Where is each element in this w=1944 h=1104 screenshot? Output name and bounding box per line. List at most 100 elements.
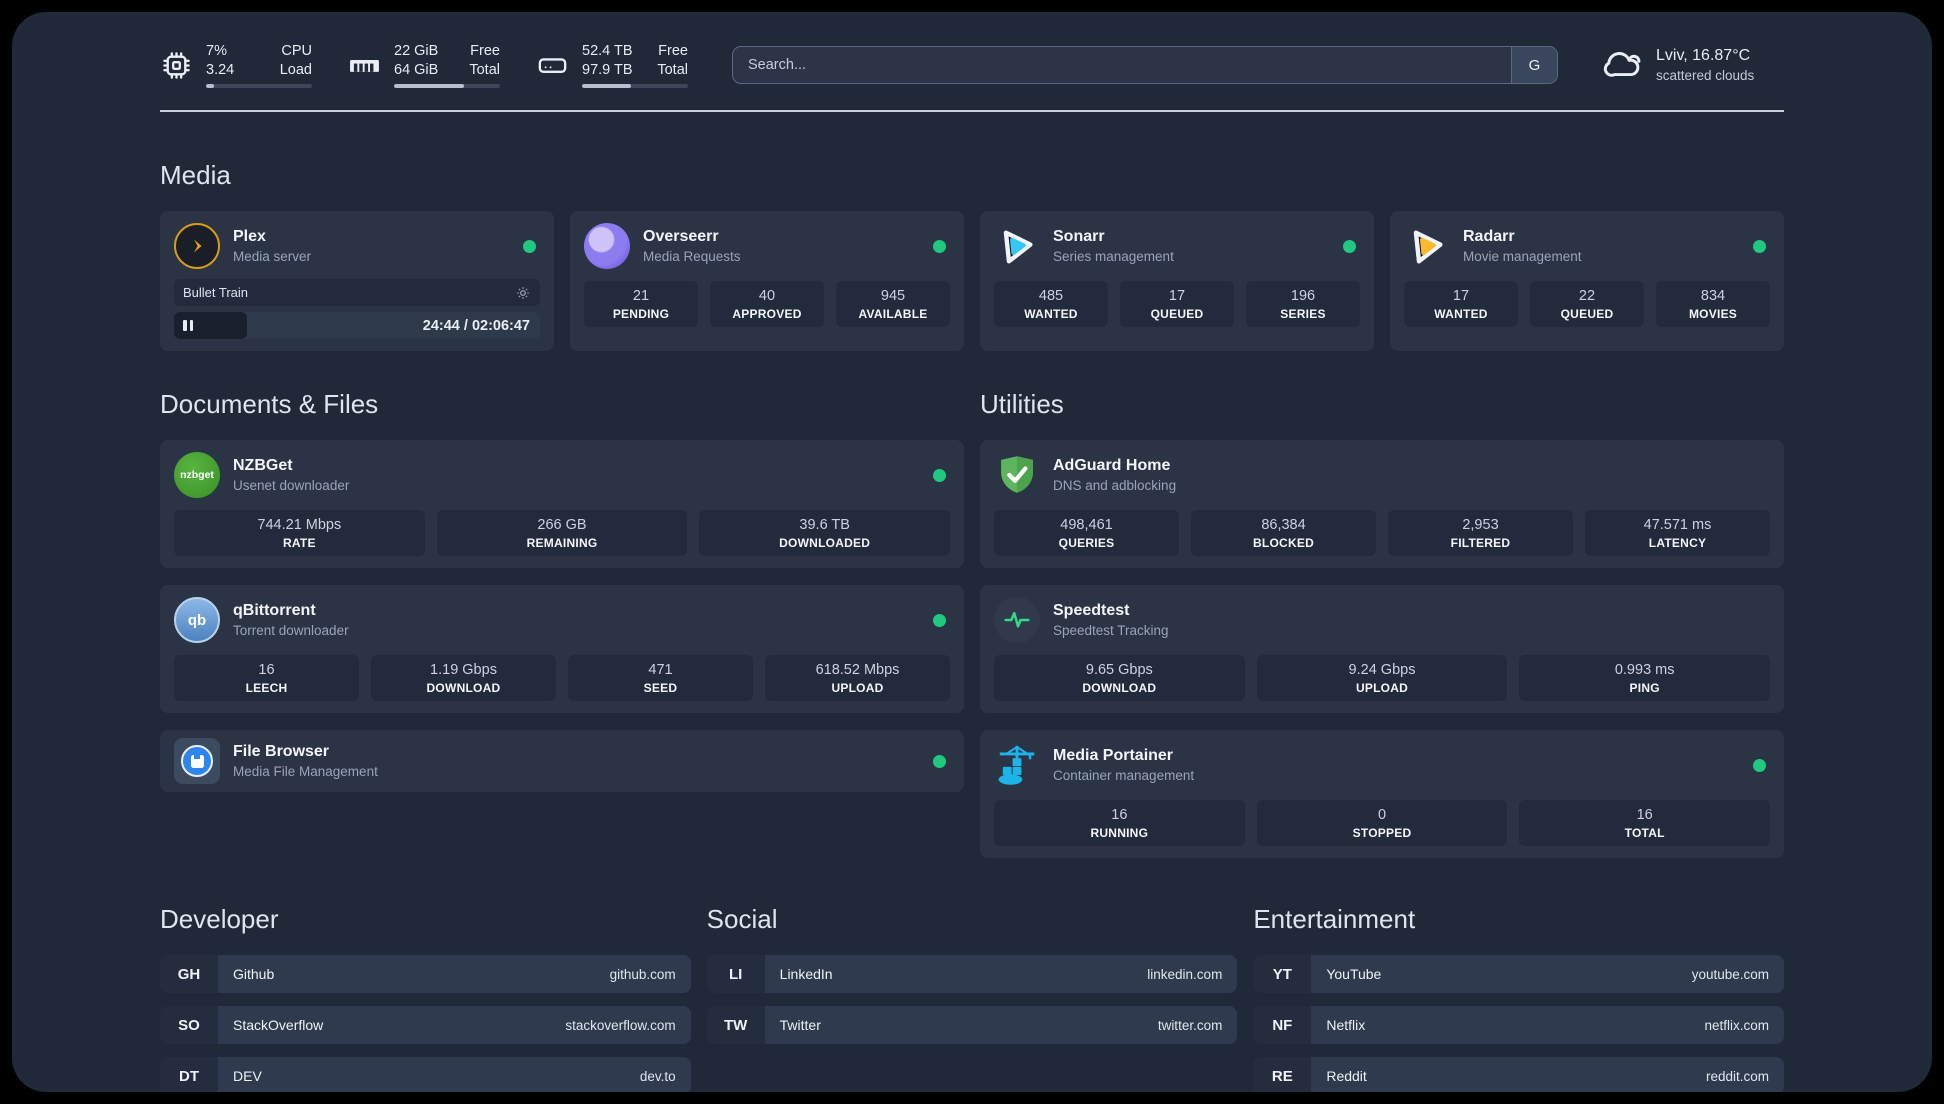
playback-progress-bar: 24:44 / 02:06:47 (174, 312, 540, 339)
stat-label: REMAINING (526, 536, 598, 550)
app-description: Usenet downloader (233, 478, 350, 493)
overseerr-card[interactable]: Overseerr Media Requests 21 PENDING 40 A… (570, 211, 964, 351)
cloud-icon (1602, 42, 1644, 89)
adguard-shield-icon (994, 452, 1040, 498)
top-bar: 7% 3.24 CPU Load 22 GiB 64 GiB Free Tota… (160, 36, 1784, 94)
stat-label: DOWNLOADED (779, 536, 871, 550)
bookmark-dev[interactable]: DT DEV dev.to (160, 1057, 691, 1092)
app-name: File Browser (233, 743, 330, 760)
bookmark-abbr: YT (1253, 955, 1312, 993)
status-dot (933, 754, 946, 768)
stat-box: 471 SEED (568, 655, 753, 701)
stat-box: 40 APPROVED (710, 281, 824, 327)
app-description: DNS and adblocking (1053, 478, 1177, 493)
stat-value: 2,953 (1462, 517, 1499, 533)
bookmark-youtube[interactable]: YT YouTube youtube.com (1253, 955, 1784, 993)
search-engine-button[interactable]: G (1511, 47, 1557, 83)
stat-value: 1.19 Gbps (430, 662, 497, 678)
status-dot (1753, 239, 1766, 253)
stat-value: 266 GB (537, 517, 587, 533)
memory-free-label: Free (470, 42, 500, 59)
disk-widget: 52.4 TB 97.9 TB Free Total (536, 42, 688, 89)
memory-free-value: 22 GiB (394, 42, 439, 59)
speedtest-pulse-icon (994, 597, 1040, 643)
now-playing-title: Bullet Train (183, 285, 249, 300)
stat-value: 16 (1636, 807, 1653, 823)
stat-label: WANTED (1024, 307, 1078, 321)
app-name: Radarr (1463, 228, 1515, 245)
bookmark-url: netflix.com (1704, 1017, 1769, 1033)
app-name: qBittorrent (233, 602, 316, 619)
nzbget-card[interactable]: nzbget NZBGet Usenet downloader 744.21 M… (160, 440, 964, 568)
bookmark-name: StackOverflow (233, 1017, 324, 1033)
stat-box: 17 QUEUED (1120, 281, 1234, 327)
cpu-usage: 7% (206, 42, 227, 59)
stat-box: 9.65 Gbps DOWNLOAD (994, 655, 1245, 701)
app-name: Overseerr (643, 228, 719, 245)
stat-value: 21 (632, 288, 650, 304)
bookmark-name: DEV (233, 1068, 262, 1084)
stat-label: STOPPED (1352, 826, 1412, 840)
stat-box: 21 PENDING (584, 281, 698, 327)
bookmark-reddit[interactable]: RE Reddit reddit.com (1253, 1057, 1784, 1092)
stat-value: 945 (880, 288, 906, 304)
stat-value: 17 (1452, 288, 1470, 304)
status-dot (933, 613, 946, 627)
stat-label: SERIES (1280, 307, 1326, 321)
weather-location: Lviv, 16.87°C (1656, 47, 1751, 64)
section-title-media: Media (160, 160, 231, 190)
app-description: Container management (1053, 768, 1195, 783)
bookmark-linkedin[interactable]: LI LinkedIn linkedin.com (706, 955, 1238, 993)
status-dot (933, 239, 946, 253)
plex-card[interactable]: Plex Media server Bullet Train 24:44 / 0… (160, 211, 554, 351)
bookmark-url: linkedin.com (1147, 966, 1223, 982)
bookmark-twitter[interactable]: TW Twitter twitter.com (706, 1006, 1238, 1044)
stat-label: WANTED (1434, 307, 1488, 321)
filebrowser-icon (174, 738, 220, 784)
radarr-card[interactable]: Radarr Movie management 17 WANTED 22 QUE… (1390, 211, 1784, 351)
cpu-progress-bar (206, 84, 312, 89)
stat-box: 22 QUEUED (1530, 281, 1644, 327)
stat-value: 22 (1578, 288, 1596, 304)
stat-box: 1.19 Gbps DOWNLOAD (371, 655, 556, 701)
section-title-entertainment: Entertainment (1253, 904, 1416, 934)
stat-value: 498,461 (1060, 517, 1113, 533)
stat-value: 0 (1377, 807, 1387, 823)
stat-value: 9.24 Gbps (1348, 662, 1416, 678)
pause-icon (183, 320, 193, 331)
portainer-card[interactable]: Media Portainer Container management 16 … (980, 730, 1784, 858)
stat-value: 0.993 ms (1614, 662, 1675, 678)
stat-value: 86,384 (1261, 517, 1306, 533)
stat-value: 40 (758, 288, 776, 304)
stat-label: APPROVED (732, 307, 802, 321)
bookmark-url: twitter.com (1157, 1017, 1223, 1033)
dashboard-panel: 7% 3.24 CPU Load 22 GiB 64 GiB Free Tota… (12, 12, 1932, 1092)
stat-label: LATENCY (1648, 536, 1707, 550)
app-description: Media Requests (643, 249, 741, 264)
stat-label: QUEUED (1150, 307, 1204, 321)
stat-box: 0.993 ms PING (1519, 655, 1771, 701)
bookmark-github[interactable]: GH Github github.com (160, 955, 691, 993)
disk-icon (536, 49, 569, 82)
adguard-card[interactable]: AdGuard Home DNS and adblocking 498,461 … (980, 440, 1784, 568)
stat-value: 618.52 Mbps (815, 662, 900, 678)
bookmark-abbr: SO (160, 1006, 218, 1044)
filebrowser-card[interactable]: File Browser Media File Management (160, 730, 964, 792)
status-dot (1753, 758, 1766, 772)
stat-label: SEED (643, 681, 678, 695)
bookmark-netflix[interactable]: NF Netflix netflix.com (1253, 1006, 1784, 1044)
sonarr-card[interactable]: Sonarr Series management 485 WANTED 17 Q… (980, 211, 1374, 351)
section-title-social: Social (706, 904, 778, 934)
stat-box: 16 RUNNING (994, 800, 1245, 846)
cpu-icon (160, 49, 193, 82)
stat-label: PENDING (612, 307, 670, 321)
now-playing-row: Bullet Train (174, 279, 540, 306)
status-dot (1343, 239, 1356, 253)
stat-label: TOTAL (1624, 826, 1665, 840)
qbittorrent-card[interactable]: qb qBittorrent Torrent downloader 16 LEE… (160, 585, 964, 713)
speedtest-card[interactable]: Speedtest Speedtest Tracking 9.65 Gbps D… (980, 585, 1784, 713)
bookmark-stackoverflow[interactable]: SO StackOverflow stackoverflow.com (160, 1006, 691, 1044)
stat-box: 0 STOPPED (1256, 800, 1508, 846)
stat-label: DOWNLOAD (1082, 681, 1157, 695)
search-input[interactable] (733, 47, 1511, 83)
